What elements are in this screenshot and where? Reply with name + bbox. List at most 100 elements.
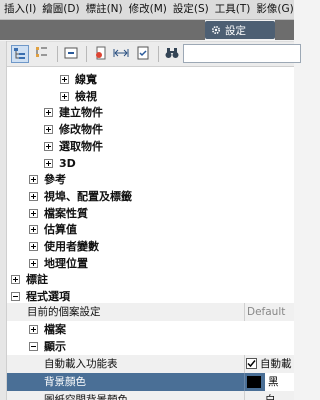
tree-node-label: 標註	[26, 273, 48, 287]
tree-node[interactable]: 參考	[7, 171, 294, 188]
expand-icon[interactable]	[44, 141, 53, 151]
toolbar-separator	[158, 46, 159, 62]
column-separator	[244, 373, 245, 391]
tree-node-label: 顯示	[44, 340, 66, 353]
menubar: 插入(I)繪圖(D)標註(N)修改(M)設定(S)工具(T)影像(G)視	[0, 0, 294, 20]
checkmark-icon	[247, 360, 256, 368]
toolbar	[7, 41, 301, 67]
tree-node[interactable]: 線寬	[7, 71, 294, 88]
column-separator	[244, 303, 245, 321]
tree-node-display[interactable]: 顯示	[7, 338, 294, 355]
tree-node-label: 檔案性質	[44, 206, 88, 220]
tree-node[interactable]: 檢視	[7, 88, 294, 105]
tree-node[interactable]: 地理位置	[7, 255, 294, 272]
dialog-title-tab[interactable]: 設定	[205, 21, 275, 39]
expand-icon[interactable]	[44, 125, 53, 135]
collapse-icon[interactable]	[11, 292, 20, 302]
menu-item[interactable]: 工具(T)	[212, 0, 254, 19]
search-input[interactable]	[183, 44, 301, 63]
categorized-view-button[interactable]	[33, 45, 51, 63]
background-color-label: 背景顏色	[44, 376, 86, 388]
dialog-title: 設定	[225, 24, 246, 37]
tree-node[interactable]: 標註	[7, 271, 294, 288]
settings-tree: 目前的個案設定 Default 檔案 顯示 自動載入功能表 自動載入 背景顏色 …	[7, 67, 294, 400]
expand-icon[interactable]	[29, 258, 38, 268]
tree-node[interactable]: 估算值	[7, 221, 294, 238]
expand-icon[interactable]	[29, 225, 38, 235]
tree-view-button[interactable]	[11, 45, 29, 63]
tree-node[interactable]: 修改物件	[7, 121, 294, 138]
checklist-icon	[137, 46, 149, 60]
toolbar-separator	[86, 46, 87, 62]
find-button[interactable]	[164, 45, 182, 63]
categorized-icon	[36, 47, 47, 57]
expand-icon[interactable]	[11, 275, 20, 285]
tree-node-label: 地理位置	[44, 256, 88, 270]
menu-item[interactable]: 繪圖(D)	[39, 0, 82, 19]
menu-item[interactable]: 插入(I)	[0, 0, 39, 19]
expand-icon[interactable]	[29, 175, 38, 185]
expand-icon[interactable]	[29, 191, 38, 201]
tree-node-label: 視埠、配置及標籤	[44, 189, 132, 203]
tree-node-label: 參考	[44, 173, 66, 187]
tree-node-label: 3D	[59, 156, 76, 170]
column-separator	[244, 391, 245, 400]
collapse-button[interactable]	[63, 45, 81, 63]
expand-icon[interactable]	[29, 208, 38, 218]
autoload-label: 自動載入功能表	[44, 358, 118, 370]
expand-icon[interactable]	[60, 75, 69, 84]
tree-node-label: 檔案	[44, 323, 66, 336]
column-separator	[244, 355, 245, 373]
tree-node-label: 程式選項	[26, 290, 70, 304]
paperspace-color-label: 圖紙空間背景顏色	[44, 394, 128, 400]
profile-label: 目前的個案設定	[27, 306, 101, 318]
tree-node-label: 估算值	[44, 223, 77, 237]
tree-node[interactable]: 檔案性質	[7, 205, 294, 222]
tree-node-label: 修改物件	[59, 123, 103, 137]
dialog-title-strip	[0, 20, 205, 40]
tree-node-files[interactable]: 檔案	[7, 321, 294, 338]
paperspace-color-value: 白	[265, 394, 276, 400]
gear-icon	[211, 25, 221, 35]
collapse-icon[interactable]	[29, 342, 38, 351]
paperspace-color-row[interactable]: 圖紙空間背景顏色 白	[7, 391, 294, 400]
expand-icon[interactable]	[29, 325, 38, 334]
tree-node[interactable]: 程式選項	[7, 288, 294, 305]
tree-node[interactable]: 建立物件	[7, 104, 294, 121]
autoload-checkbox[interactable]	[246, 358, 257, 369]
tree-view-icon	[14, 48, 25, 59]
import-button[interactable]	[93, 45, 111, 63]
binoculars-icon	[165, 48, 179, 58]
tree-node-label: 建立物件	[59, 106, 103, 120]
expand-icon[interactable]	[44, 158, 53, 168]
tree-node-label: 選取物件	[59, 139, 103, 153]
menu-item[interactable]: 修改(M)	[126, 0, 170, 19]
menu-item[interactable]: 影像(G)	[253, 0, 294, 19]
tree-node-label: 線寬	[75, 73, 97, 86]
width-button[interactable]	[113, 45, 131, 63]
menu-item[interactable]: 標註(N)	[83, 0, 126, 19]
expand-icon[interactable]	[60, 91, 69, 101]
expand-icon[interactable]	[29, 242, 38, 251]
profile-row[interactable]: 目前的個案設定 Default	[7, 303, 294, 321]
menu-item[interactable]: 設定(S)	[170, 0, 212, 19]
check-button[interactable]	[135, 45, 153, 63]
collapse-icon	[64, 47, 78, 59]
tree-node[interactable]: 選取物件	[7, 138, 294, 155]
background-color-row[interactable]: 背景顏色 黑	[7, 373, 294, 391]
arrows-horizontal-icon	[113, 49, 129, 57]
toolbar-separator	[57, 46, 58, 62]
tree-node[interactable]: 使用者變數	[7, 238, 294, 255]
dialog-title-strip-right	[275, 20, 294, 40]
tree-node[interactable]: 視埠、配置及標籤	[7, 188, 294, 205]
color-swatch	[247, 376, 261, 388]
tree-node-label: 使用者變數	[44, 240, 99, 253]
tree-node[interactable]: 3D	[7, 155, 294, 172]
profile-value: Default	[247, 306, 286, 318]
expand-icon[interactable]	[44, 108, 53, 118]
panel-left-edge	[0, 41, 7, 400]
autoload-row[interactable]: 自動載入功能表 自動載入	[7, 355, 294, 388]
background-color-value[interactable]: 黑	[265, 373, 294, 391]
import-icon	[96, 46, 106, 60]
tree-node-label: 檢視	[75, 89, 97, 103]
